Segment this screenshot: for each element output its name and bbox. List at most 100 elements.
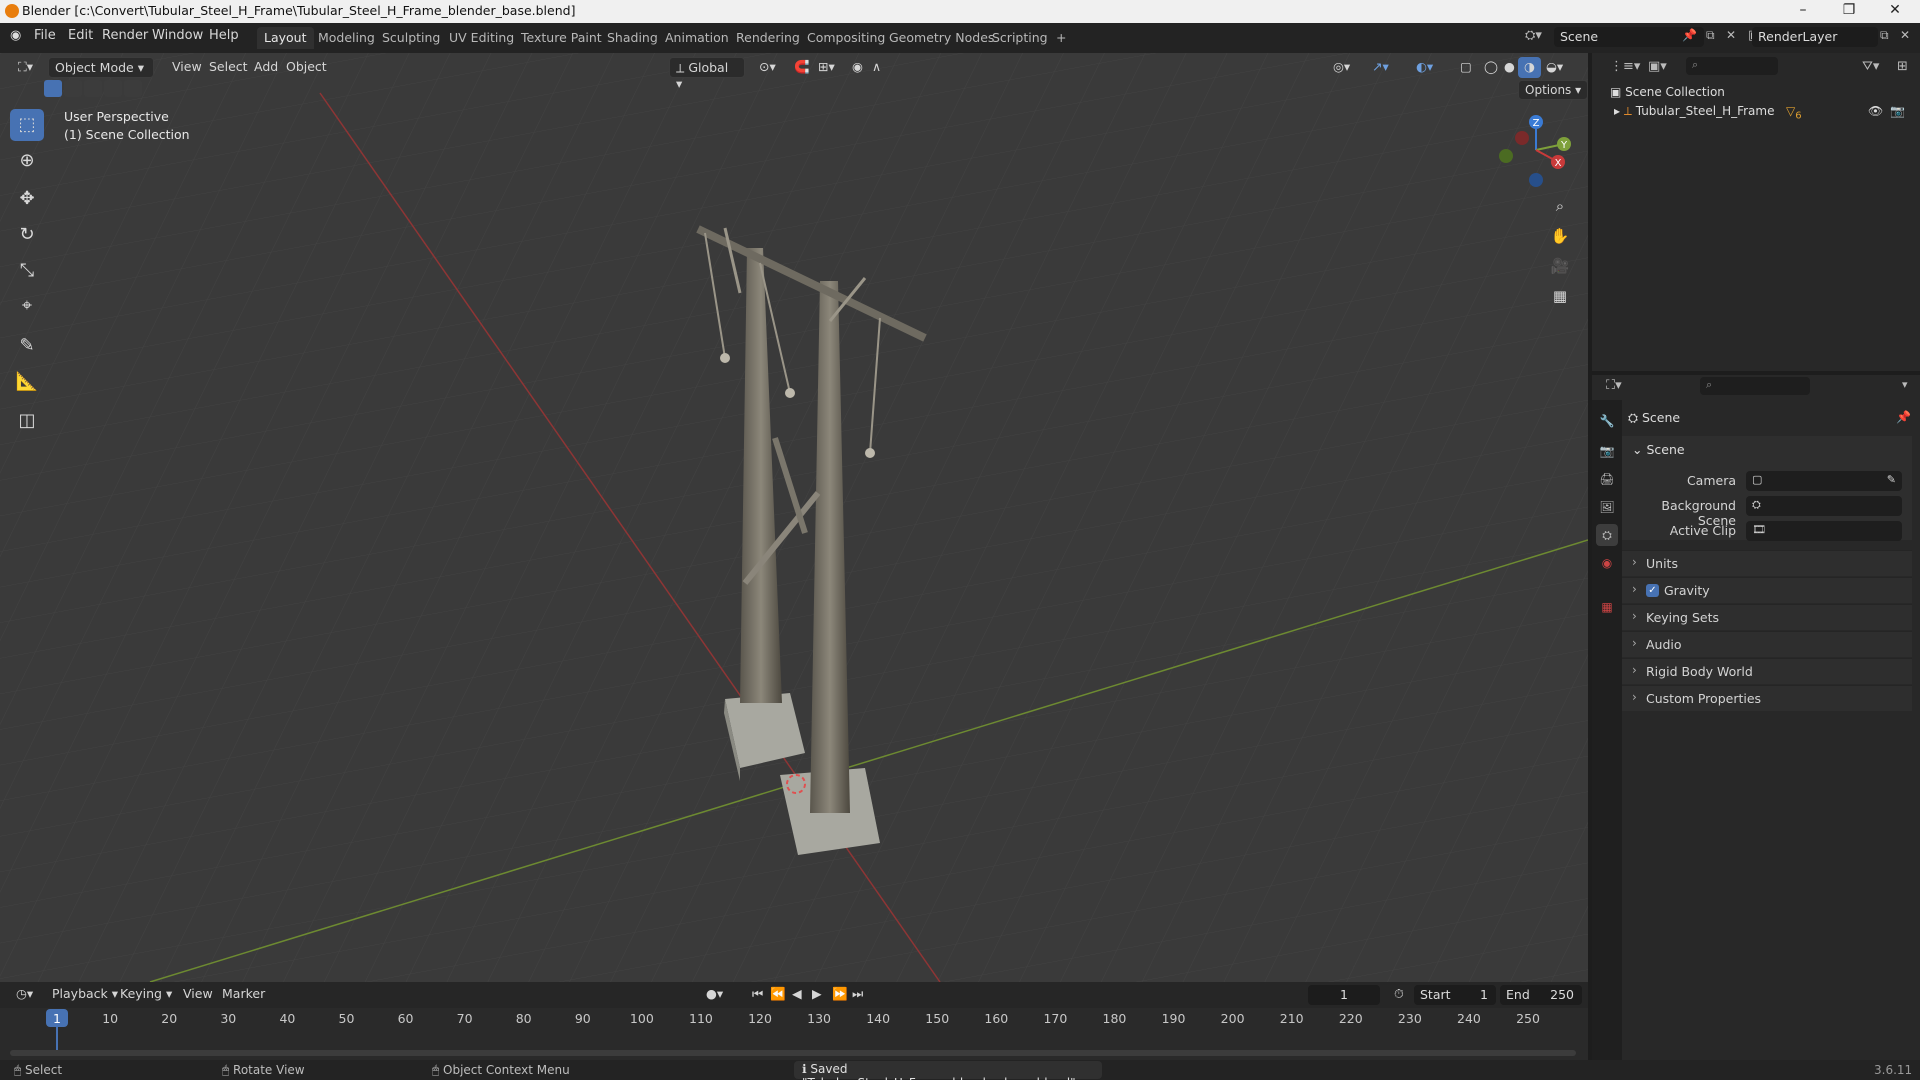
editor-type-icon[interactable]: ⛶▾ [12, 57, 39, 78]
select-box-tool-icon[interactable]: ⬚ [10, 109, 44, 141]
tab-tool-icon[interactable]: 🔧 [1596, 410, 1618, 432]
tab-compositing[interactable]: Compositing [800, 27, 892, 49]
filter-icon[interactable]: ⛛▾ [1862, 59, 1879, 74]
camera-view-icon[interactable]: 🎥 [1546, 252, 1574, 280]
panel-audio[interactable]: › Audio [1622, 631, 1912, 657]
menu-help[interactable]: Help [209, 28, 239, 43]
select-new-icon[interactable] [44, 80, 62, 97]
display-mode-icon[interactable]: ▣▾ [1648, 59, 1667, 74]
tab-modeling[interactable]: Modeling [311, 27, 382, 49]
options-button[interactable]: Options ▾ [1518, 80, 1589, 100]
tab-scripting[interactable]: Scripting [985, 27, 1055, 49]
viewport-menu-select[interactable]: Select [203, 57, 254, 78]
annotate-tool-icon[interactable]: ✎ [10, 330, 44, 362]
viewport-menu-object[interactable]: Object [280, 57, 333, 78]
move-tool-icon[interactable]: ✥ [10, 183, 44, 215]
menu-window[interactable]: Window [152, 28, 203, 43]
tab-rendering[interactable]: Rendering [729, 27, 807, 49]
eyedropper-icon[interactable]: ✎ [1887, 473, 1896, 486]
snap-target-icon[interactable]: ⊞▾ [812, 57, 841, 78]
pin-scene-icon[interactable]: 📌 [1682, 28, 1697, 42]
close-icon[interactable]: ✕ [1872, 0, 1918, 23]
select-extend-icon[interactable] [64, 80, 82, 97]
scene-collection-row[interactable]: ▣ Scene Collection [1610, 85, 1725, 99]
current-frame-field[interactable]: 1 [1308, 985, 1380, 1005]
tab-animation[interactable]: Animation [658, 27, 736, 49]
scene-panel-header[interactable]: ⌄ Scene [1632, 442, 1685, 457]
preview-range-icon[interactable]: ⏱ [1388, 984, 1410, 1005]
record-icon[interactable]: ●▾ [700, 984, 729, 1005]
pan-hand-icon[interactable]: ✋ [1546, 222, 1574, 250]
active-clip-field[interactable]: 🎞 [1746, 521, 1902, 541]
outliner-item[interactable]: ▸ ⟂ Tubular_Steel_H_Frame ▽6 👁 📷 [1614, 104, 1914, 121]
timeline-menu-keying[interactable]: Keying ▾ [114, 984, 178, 1005]
outliner-search-input[interactable]: ⌕ [1686, 57, 1778, 75]
new-collection-icon[interactable]: ⊞ [1897, 59, 1908, 74]
overlay-toggle-icon[interactable]: ◐▾ [1410, 57, 1439, 78]
background-scene-field[interactable]: ⛭ [1746, 496, 1902, 516]
timeline-menu-marker[interactable]: Marker [216, 984, 271, 1005]
panel-keying-sets[interactable]: › Keying Sets [1622, 604, 1912, 630]
end-frame-field[interactable]: End 250 [1500, 985, 1582, 1005]
camera-field[interactable]: ▢ ✎ [1746, 471, 1902, 491]
viewport-menu-add[interactable]: Add [248, 57, 284, 78]
new-renderlayer-icon[interactable]: ⧉ [1880, 28, 1889, 43]
jump-end-icon[interactable]: ⏭ [846, 984, 869, 1005]
properties-options-icon[interactable]: ▾ [1902, 378, 1908, 391]
tab-world-icon[interactable]: ◉ [1596, 552, 1618, 574]
menu-file[interactable]: File [34, 28, 56, 43]
panel-units[interactable]: › Units [1622, 550, 1912, 576]
delete-renderlayer-icon[interactable]: ✕ [1900, 28, 1910, 42]
transform-tool-icon[interactable]: ⌖ [10, 290, 44, 322]
visibility-icon[interactable]: ◎▾ [1327, 57, 1356, 78]
timeline-menu-playback[interactable]: Playback ▾ [46, 984, 124, 1005]
measure-tool-icon[interactable]: 📐 [10, 366, 44, 398]
renderlayer-name-field[interactable]: RenderLayer [1752, 27, 1878, 47]
delete-scene-icon[interactable]: ✕ [1726, 28, 1736, 42]
tab-geometry-nodes[interactable]: Geometry Nodes [882, 27, 1001, 49]
falloff-icon[interactable]: ∧ [866, 57, 887, 78]
timeline-scrollbar[interactable] [10, 1050, 1576, 1056]
tab-sculpting[interactable]: Sculpting [375, 27, 447, 49]
eye-icon[interactable]: 👁 [1868, 104, 1883, 118]
xray-icon[interactable]: ▢ [1454, 57, 1478, 78]
play-icon[interactable]: ▶ [806, 984, 828, 1005]
timeline-menu-view[interactable]: View [177, 984, 219, 1005]
add-workspace-button[interactable]: + [1049, 27, 1073, 49]
tab-uv-editing[interactable]: UV Editing [442, 27, 521, 49]
tab-shading[interactable]: Shading [600, 27, 665, 49]
panel-gravity[interactable]: › ✓ Gravity [1622, 577, 1912, 603]
pin-icon[interactable]: 📌 [1896, 410, 1911, 424]
menu-edit[interactable]: Edit [68, 28, 93, 43]
select-intersect-icon[interactable] [124, 80, 142, 97]
orientation-selector[interactable]: ⟂ Global ▾ [669, 57, 745, 91]
add-cube-tool-icon[interactable]: ◫ [10, 405, 44, 437]
scale-tool-icon[interactable]: ⤡ [10, 255, 44, 287]
start-frame-field[interactable]: Start 1 [1414, 985, 1496, 1005]
viewport-menu-view[interactable]: View [166, 57, 208, 78]
timeline-editor-icon[interactable]: ◷▾ [10, 984, 39, 1005]
tab-scene-icon[interactable]: ⛭ [1596, 524, 1618, 546]
tab-layout[interactable]: Layout [257, 27, 314, 49]
blender-menu-icon[interactable]: ◉ [10, 28, 21, 43]
scene-selector-icon[interactable]: ⛭▾ [1525, 28, 1542, 43]
restore-icon[interactable]: ❐ [1826, 0, 1872, 23]
rotate-tool-icon[interactable]: ↻ [10, 219, 44, 251]
tab-texture-icon[interactable]: ▦ [1596, 596, 1618, 618]
material-shading-icon[interactable]: ◑ [1518, 57, 1541, 78]
menu-render[interactable]: Render [102, 28, 148, 43]
outliner-editor-icon[interactable]: ⋮≡▾ [1610, 59, 1640, 74]
new-scene-icon[interactable]: ⧉ [1706, 28, 1715, 43]
select-invert-icon[interactable] [104, 80, 122, 97]
panel-custom-properties[interactable]: › Custom Properties [1622, 685, 1912, 711]
select-subtract-icon[interactable] [84, 80, 102, 97]
play-reverse-icon[interactable]: ◀ [786, 984, 808, 1005]
ortho-toggle-icon[interactable]: ▦ [1546, 282, 1574, 310]
minimize-icon[interactable]: – [1780, 0, 1826, 23]
tab-view-layer-icon[interactable]: 🖼 [1596, 496, 1618, 518]
tab-texture-paint[interactable]: Texture Paint [514, 27, 609, 49]
3d-viewport[interactable] [0, 53, 1588, 982]
rendered-shading-icon[interactable]: ◒▾ [1540, 57, 1569, 78]
cursor-tool-icon[interactable]: ⊕ [10, 145, 44, 177]
pivot-icon[interactable]: ⊙▾ [753, 57, 782, 78]
